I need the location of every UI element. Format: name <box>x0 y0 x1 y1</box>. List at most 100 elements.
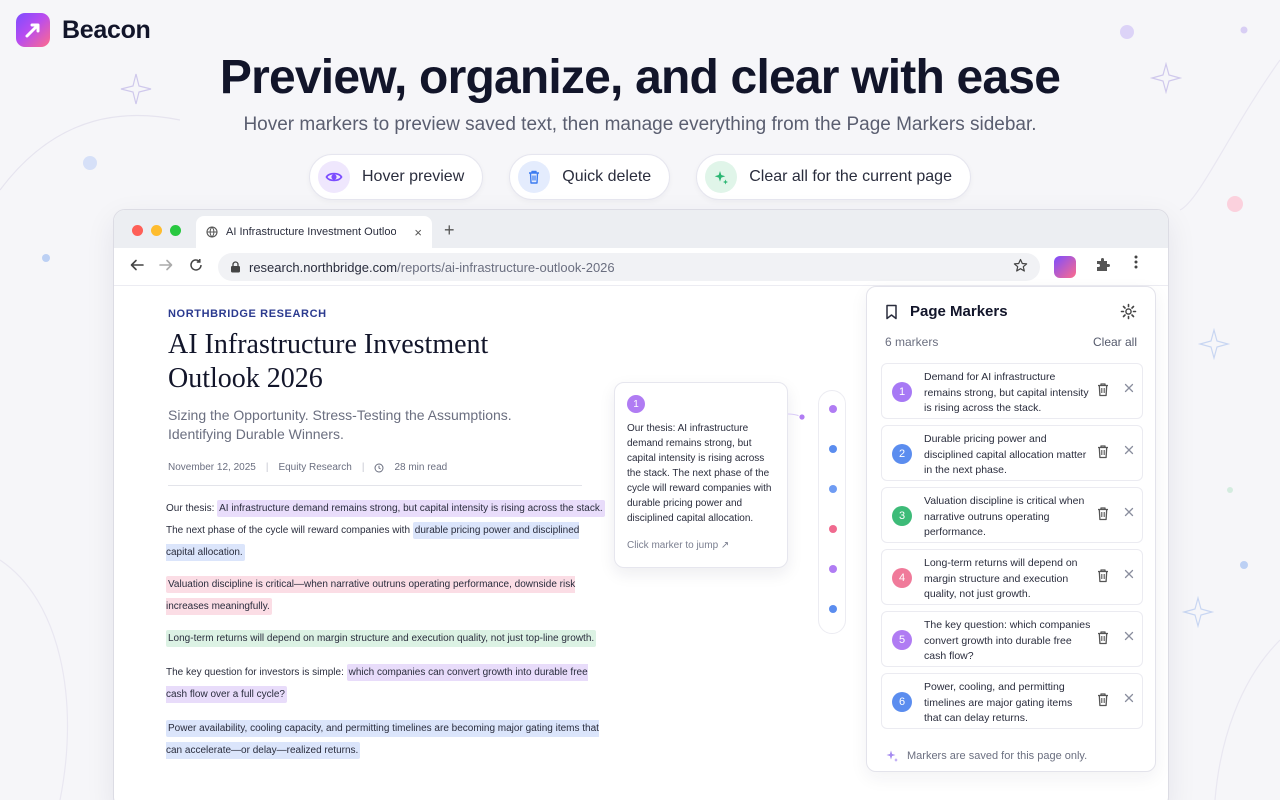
marker-text: Power, cooling, and permitting timelines… <box>924 681 1073 724</box>
close-icon[interactable] <box>1124 443 1134 458</box>
hero-title: Preview, organize, and clear with ease <box>219 51 1061 104</box>
marker-preview-card: 1 Our thesis: AI infrastructure demand r… <box>614 382 788 568</box>
article-meta: November 12, 2025 | Equity Research | 28… <box>168 462 608 473</box>
article-paragraph-3: Long-term returns will depend on margin … <box>166 628 606 650</box>
bookmark-icon <box>886 304 897 319</box>
globe-icon <box>206 226 218 238</box>
close-icon[interactable] <box>1124 629 1134 644</box>
article-paragraph-2: Valuation discipline is critical—when na… <box>166 574 606 618</box>
minimize-window-button[interactable] <box>151 225 162 236</box>
trash-icon[interactable] <box>1096 568 1110 588</box>
sparkle-icon <box>886 750 898 762</box>
trash-icon <box>518 161 551 193</box>
marker-number-badge: 1 <box>892 382 912 402</box>
browser-tab[interactable]: AI Infrastructure Investment Outlook × <box>196 216 432 248</box>
marker-text: The key question: which companies conver… <box>924 619 1091 662</box>
back-arrow-icon[interactable] <box>130 257 144 277</box>
trash-icon[interactable] <box>1096 630 1110 650</box>
footer-note: Markers are saved for this page only. <box>907 750 1088 762</box>
highlight-marker-3[interactable]: Valuation discipline is critical—when na… <box>166 576 576 615</box>
beacon-extension-icon[interactable] <box>1054 256 1076 278</box>
marker-rail <box>818 390 846 634</box>
rail-marker-dot[interactable] <box>829 565 837 573</box>
feature-label: Quick delete <box>562 168 652 185</box>
feature-label: Hover preview <box>362 168 465 185</box>
feature-pill-quick-delete: Quick delete <box>509 154 671 200</box>
marker-item[interactable]: 1 Demand for AI infrastructure remains st… <box>881 363 1143 419</box>
feature-pills: Hover preview Quick delete Clear all for… <box>0 154 1280 200</box>
trash-icon[interactable] <box>1096 444 1110 464</box>
forward-arrow-icon[interactable] <box>159 257 173 277</box>
close-icon[interactable] <box>1124 691 1134 706</box>
sidebar-footer: Markers are saved for this page only. <box>885 749 1087 763</box>
tab-title: AI Infrastructure Investment Outlook <box>226 226 396 238</box>
browser-menu-icon[interactable] <box>1134 255 1138 274</box>
article-paragraph-5: Power availability, cooling capacity, an… <box>166 718 606 762</box>
lock-icon <box>231 261 240 273</box>
marker-number-badge: 5 <box>892 630 912 650</box>
divider <box>168 485 582 486</box>
rail-marker-dot[interactable] <box>829 485 837 493</box>
marker-item[interactable]: 5 The key question: which companies conve… <box>881 611 1143 667</box>
reload-icon[interactable] <box>189 257 203 277</box>
url-path: /reports/ai-infrastructure-outlook-2026 <box>397 259 615 275</box>
paragraph-text: The key question for investors is simple… <box>166 667 347 678</box>
extensions-puzzle-icon[interactable] <box>1094 256 1114 276</box>
meta-separator: | <box>361 462 365 473</box>
rail-marker-dot[interactable] <box>829 445 837 453</box>
marker-item[interactable]: 2 Durable pricing power and disciplined c… <box>881 425 1143 481</box>
clear-all-button[interactable]: Clear all <box>1093 335 1137 349</box>
new-tab-button[interactable]: + <box>444 220 455 241</box>
close-icon[interactable] <box>1124 567 1134 582</box>
trash-icon[interactable] <box>1096 382 1110 402</box>
feature-pill-hover-preview: Hover preview <box>309 154 484 200</box>
highlight-marker-1[interactable]: AI infrastructure demand remains strong,… <box>217 500 605 517</box>
url-text: research.northbridge.com/reports/ai-infr… <box>249 260 615 275</box>
marker-text: Durable pricing power and disciplined ca… <box>924 433 1087 476</box>
close-window-button[interactable] <box>132 225 143 236</box>
highlight-marker-4[interactable]: Long-term returns will depend on margin … <box>166 630 597 647</box>
marker-text: Demand for AI infrastructure remains str… <box>924 371 1089 414</box>
preview-text: Our thesis: AI infrastructure demand rem… <box>627 423 772 524</box>
marker-item[interactable]: 3 Valuation discipline is critical when n… <box>881 487 1143 543</box>
maximize-window-button[interactable] <box>170 225 181 236</box>
browser-toolbar: research.northbridge.com/reports/ai-infr… <box>114 248 1168 286</box>
bookmark-star-icon[interactable] <box>1013 258 1028 277</box>
url-host: research.northbridge.com <box>249 259 398 275</box>
article-header: NORTHBRIDGE RESEARCH AI Infrastructure I… <box>168 308 608 486</box>
marker-number-badge: 2 <box>892 444 912 464</box>
brand-name: Beacon <box>62 15 151 44</box>
browser-window: AI Infrastructure Investment Outlook × +… <box>113 209 1169 800</box>
paragraph-text: Our thesis: <box>166 503 218 514</box>
sparkle-icon <box>705 161 738 193</box>
highlight-marker-6[interactable]: Power availability, cooling capacity, an… <box>166 720 599 759</box>
hero-subtitle: Hover markers to preview saved text, the… <box>243 114 1037 135</box>
marker-item[interactable]: 6 Power, cooling, and permitting timeline… <box>881 673 1143 729</box>
trash-icon[interactable] <box>1096 692 1110 712</box>
paragraph-text: The next phase of the cycle will reward … <box>166 525 413 536</box>
window-controls <box>132 225 181 236</box>
sidebar-header: Page Markers <box>885 303 1008 320</box>
meta-separator: | <box>265 462 269 473</box>
brand[interactable]: Beacon <box>16 13 151 47</box>
marker-count: 6 markers <box>885 335 939 349</box>
article-paragraph-4: The key question for investors is simple… <box>166 662 606 706</box>
article-category: Equity Research <box>278 462 352 473</box>
rail-marker-dot[interactable] <box>829 525 837 533</box>
rail-marker-dot[interactable] <box>829 405 837 413</box>
trash-icon[interactable] <box>1096 506 1110 526</box>
tab-close-icon[interactable]: × <box>414 225 422 240</box>
article-read-time: 28 min read <box>394 462 448 473</box>
article-paragraph-1: Our thesis: AI infrastructure demand rem… <box>166 498 606 564</box>
settings-gear-icon[interactable] <box>1120 303 1137 325</box>
marker-number-badge: 3 <box>892 506 912 526</box>
sidebar-title: Page Markers <box>910 303 1008 320</box>
marker-text: Valuation discipline is critical when na… <box>924 495 1085 538</box>
marker-item[interactable]: 4 Long-term returns will depend on margin… <box>881 549 1143 605</box>
close-icon[interactable] <box>1124 505 1134 520</box>
marker-number-badge: 6 <box>892 692 912 712</box>
jump-to-marker-link[interactable]: Click marker to jump ↗ <box>627 540 775 551</box>
address-bar[interactable]: research.northbridge.com/reports/ai-infr… <box>218 253 1040 281</box>
rail-marker-dot[interactable] <box>829 605 837 613</box>
close-icon[interactable] <box>1124 381 1134 396</box>
